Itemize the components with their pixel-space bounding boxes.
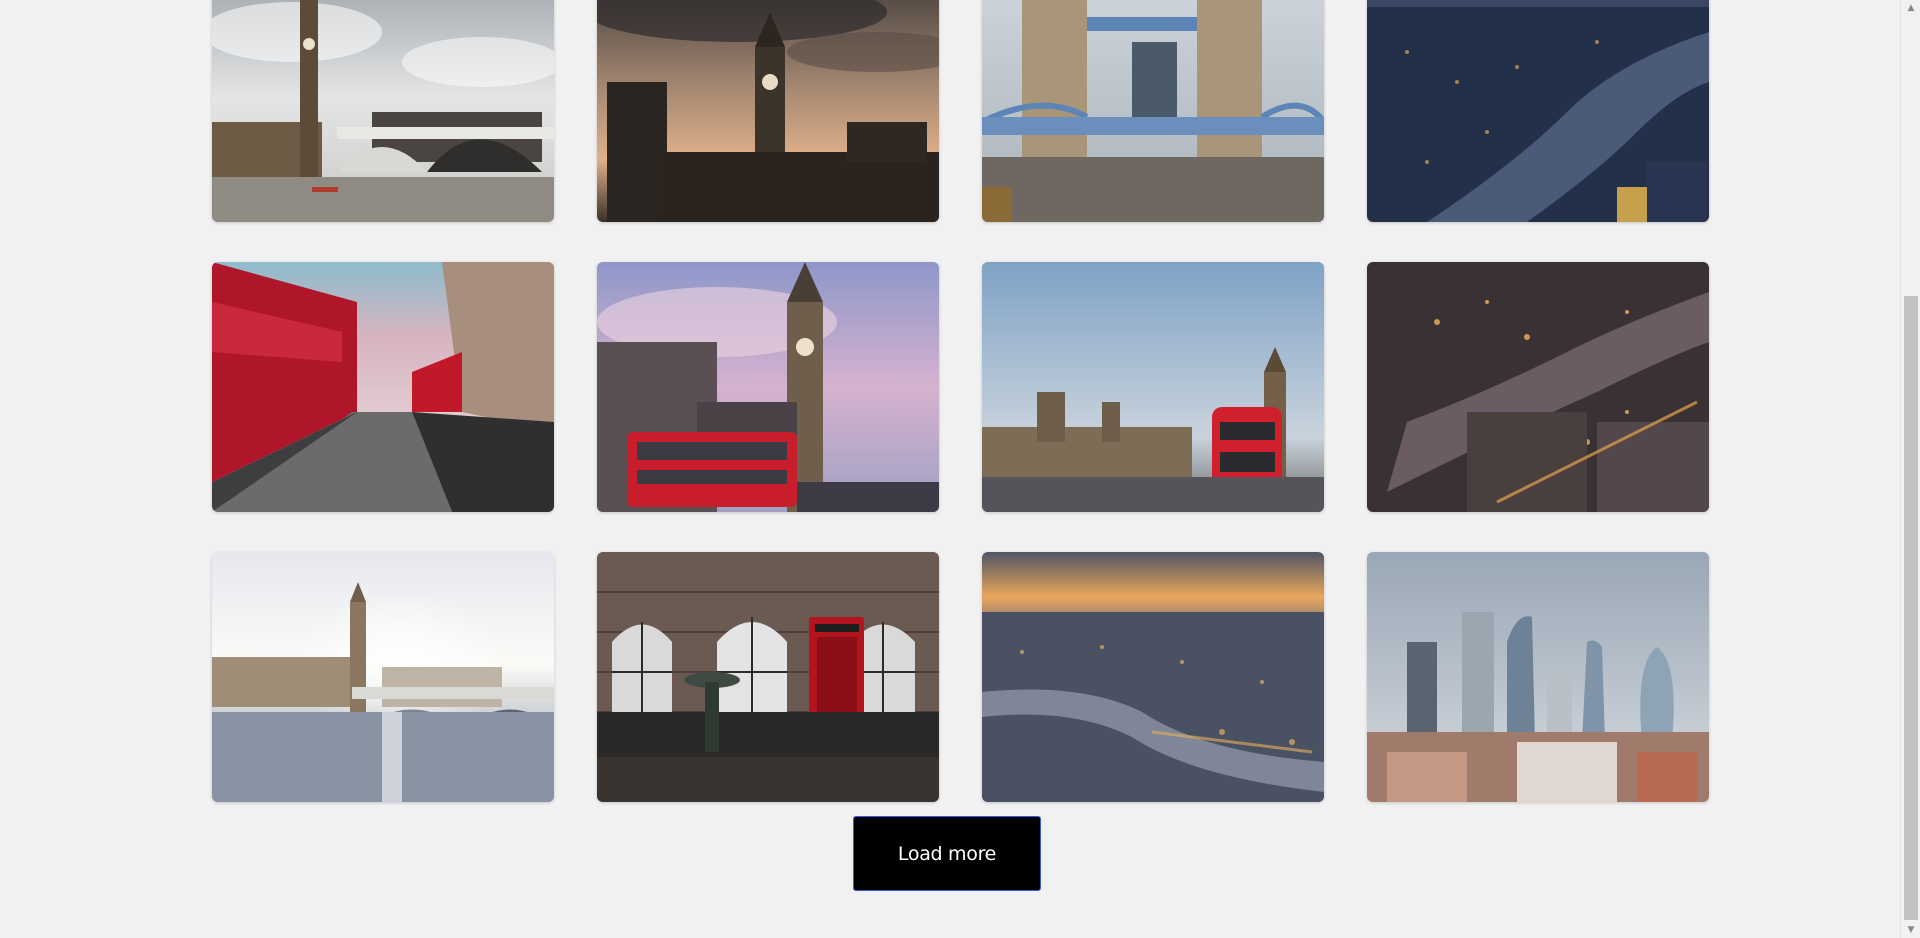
photo-tile[interactable] [212, 262, 554, 512]
photo-tile[interactable] [982, 552, 1324, 802]
london-aerial-golden-photo [982, 552, 1324, 802]
westminster-sunrise-photo [212, 552, 554, 802]
photo-tile[interactable] [982, 262, 1324, 512]
gallery-page: Load more ▲ ▼ [0, 0, 1920, 938]
city-skyline-photo [1367, 552, 1709, 802]
big-ben-red-bus-photo [597, 262, 939, 512]
westminster-bridge-photo [212, 0, 554, 222]
scroll-down-arrow-icon[interactable]: ▼ [1901, 922, 1920, 938]
photo-tile[interactable] [1367, 262, 1709, 512]
photo-tile[interactable] [597, 552, 939, 802]
photo-tile[interactable] [212, 0, 554, 222]
photo-grid [212, 0, 1710, 802]
parliament-red-bus-photo [982, 262, 1324, 512]
thames-aerial-night-photo [1367, 262, 1709, 512]
load-more-button[interactable]: Load more [853, 816, 1041, 891]
photo-tile[interactable] [982, 0, 1324, 222]
tower-bridge-photo [982, 0, 1324, 222]
photo-tile[interactable] [597, 0, 939, 222]
photo-tile[interactable] [1367, 552, 1709, 802]
photo-tile[interactable] [1367, 0, 1709, 222]
photo-tile[interactable] [212, 552, 554, 802]
red-bus-street-photo [212, 262, 554, 512]
vertical-scrollbar[interactable]: ▲ ▼ [1900, 0, 1920, 938]
photo-tile[interactable] [597, 262, 939, 512]
scrollbar-thumb[interactable] [1904, 296, 1918, 920]
big-ben-sunset-photo [597, 0, 939, 222]
load-more-wrapper: Load more [0, 816, 1898, 891]
red-telephone-box-photo [597, 552, 939, 802]
thames-aerial-dusk-photo [1367, 0, 1709, 222]
scroll-up-arrow-icon[interactable]: ▲ [1901, 0, 1920, 16]
